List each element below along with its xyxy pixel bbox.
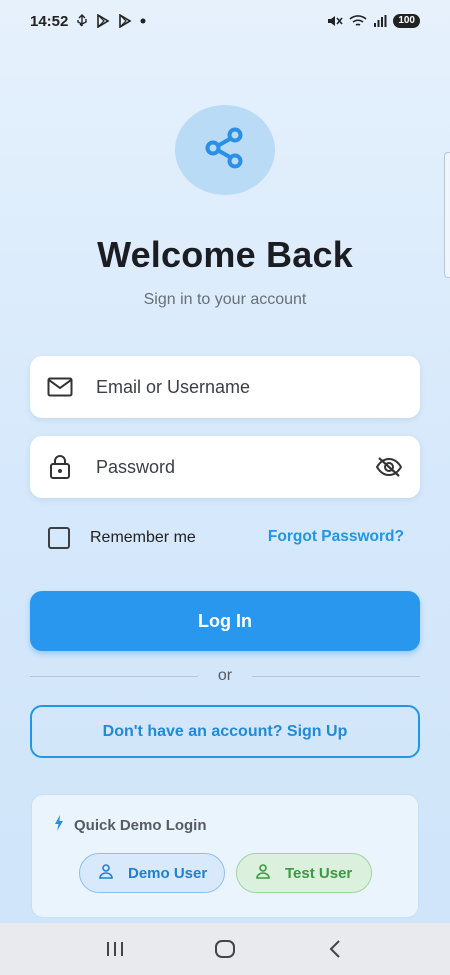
divider-line-right bbox=[252, 675, 421, 677]
dot-icon bbox=[140, 18, 146, 24]
page-subtitle: Sign in to your account bbox=[143, 291, 307, 308]
back-button[interactable] bbox=[315, 929, 355, 969]
play-store-icon bbox=[96, 14, 110, 28]
recents-button[interactable] bbox=[95, 929, 135, 969]
remember-label: Remember me bbox=[90, 529, 196, 546]
home-button[interactable] bbox=[205, 929, 245, 969]
remember-checkbox[interactable] bbox=[48, 527, 70, 549]
wifi-icon bbox=[349, 14, 367, 28]
email-input[interactable] bbox=[96, 356, 404, 418]
status-bar: 14:52 100 bbox=[0, 0, 450, 42]
lock-icon bbox=[46, 453, 74, 481]
app-logo bbox=[175, 105, 275, 195]
divider-line-left bbox=[30, 675, 198, 677]
email-field[interactable] bbox=[30, 356, 420, 418]
signup-button[interactable]: Don't have an account? Sign Up bbox=[30, 705, 420, 758]
demo-login-card: Quick Demo Login Demo User Test User bbox=[31, 794, 419, 918]
status-left: 14:52 bbox=[30, 13, 146, 30]
demo-user-label: Demo User bbox=[128, 864, 208, 882]
demo-user-button[interactable]: Demo User bbox=[79, 853, 225, 893]
eye-off-icon[interactable] bbox=[374, 452, 404, 482]
login-button[interactable]: Log In bbox=[30, 591, 420, 651]
status-right: 100 bbox=[327, 14, 420, 28]
signal-icon bbox=[373, 14, 387, 28]
demo-header: Quick Demo Login bbox=[54, 815, 207, 835]
battery-icon: 100 bbox=[393, 14, 420, 28]
test-user-button[interactable]: Test User bbox=[236, 853, 372, 893]
page-title: Welcome Back bbox=[97, 234, 353, 275]
forgot-password-link[interactable]: Forgot Password? bbox=[268, 528, 404, 546]
mail-icon bbox=[46, 373, 74, 401]
status-time: 14:52 bbox=[30, 12, 69, 30]
person-icon bbox=[98, 863, 114, 883]
bolt-icon bbox=[54, 815, 64, 835]
password-input[interactable] bbox=[96, 436, 374, 498]
share-icon bbox=[201, 124, 249, 177]
demo-title: Quick Demo Login bbox=[74, 816, 207, 834]
divider: or bbox=[30, 666, 421, 686]
test-user-label: Test User bbox=[285, 864, 353, 882]
system-nav-bar bbox=[0, 923, 450, 975]
play-store-icon bbox=[118, 14, 132, 28]
password-field[interactable] bbox=[30, 436, 420, 498]
mute-icon bbox=[327, 14, 343, 28]
person-icon bbox=[255, 863, 271, 883]
usb-icon bbox=[76, 14, 88, 28]
divider-text: or bbox=[217, 667, 233, 684]
